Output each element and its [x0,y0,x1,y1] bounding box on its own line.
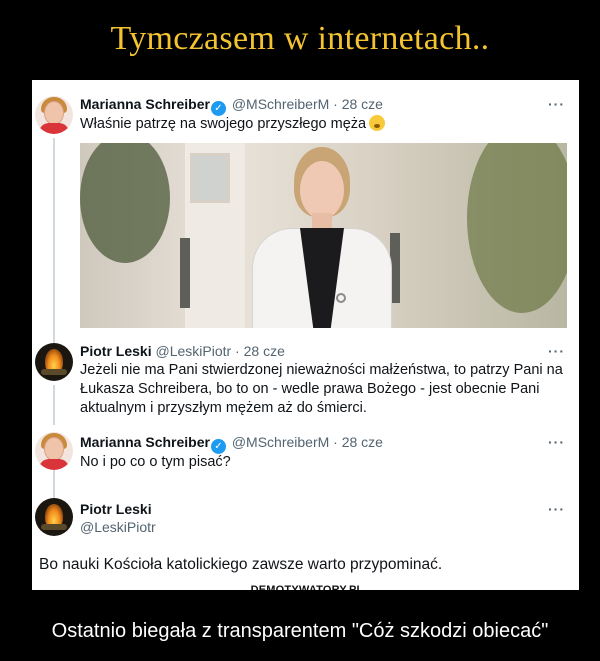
thread-line [53,385,55,425]
author-meta[interactable]: @MSchreiberM · 28 cze [232,96,383,112]
tweet-text: No i po co o tym pisać? [80,454,231,470]
hushed-face-emoji-icon [369,115,386,131]
headline: Tymczasem w internetach.. [110,20,490,57]
verified-badge-icon: ✓ [210,439,226,454]
author-meta[interactable]: @MSchreiberM · 28 cze [232,434,383,450]
more-options-icon[interactable]: ··· [548,501,565,517]
thread-line [53,138,55,358]
author-name[interactable]: Piotr Leski [80,501,152,517]
more-options-icon[interactable]: ··· [548,343,565,359]
watermark-logo: DEMOTYWATORY.PL [247,580,367,590]
author-name[interactable]: Marianna Schreiber [80,96,210,112]
caption: Ostatnio biegała z transparentem "Cóż sz… [51,620,549,642]
avatar[interactable] [35,432,73,470]
more-options-icon[interactable]: ··· [548,434,565,450]
tweet-header: Piotr Leski @LeskiPiotr · 28 cze [80,343,285,359]
avatar[interactable] [35,498,73,536]
tweet-header: Marianna Schreiber ✓ @MSchreiberM · 28 cz… [80,434,383,454]
more-options-icon[interactable]: ··· [548,96,565,112]
screenshot-frame: Marianna Schreiber ✓ @MSchreiberM · 28 cz… [32,80,579,590]
tweet-text: Właśnie patrzę na swojego przyszłego męż… [80,115,386,134]
verified-badge-icon: ✓ [210,101,226,116]
tweet-header: Marianna Schreiber ✓ @MSchreiberM · 28 cz… [80,96,383,116]
tweet-photo[interactable] [80,143,567,328]
thread-line [53,470,55,500]
author-handle[interactable]: @LeskiPiotr [80,519,156,535]
author-meta[interactable]: @LeskiPiotr · 28 cze [155,343,284,359]
author-name[interactable]: Marianna Schreiber [80,434,210,450]
tweet-text: Jeżeli nie ma Pani stwierdzonej nieważno… [80,362,563,416]
tweet-text: Bo nauki Kościoła katolickiego zawsze wa… [39,556,443,573]
author-name[interactable]: Piotr Leski [80,343,152,359]
avatar[interactable] [35,96,73,134]
avatar[interactable] [35,343,73,381]
